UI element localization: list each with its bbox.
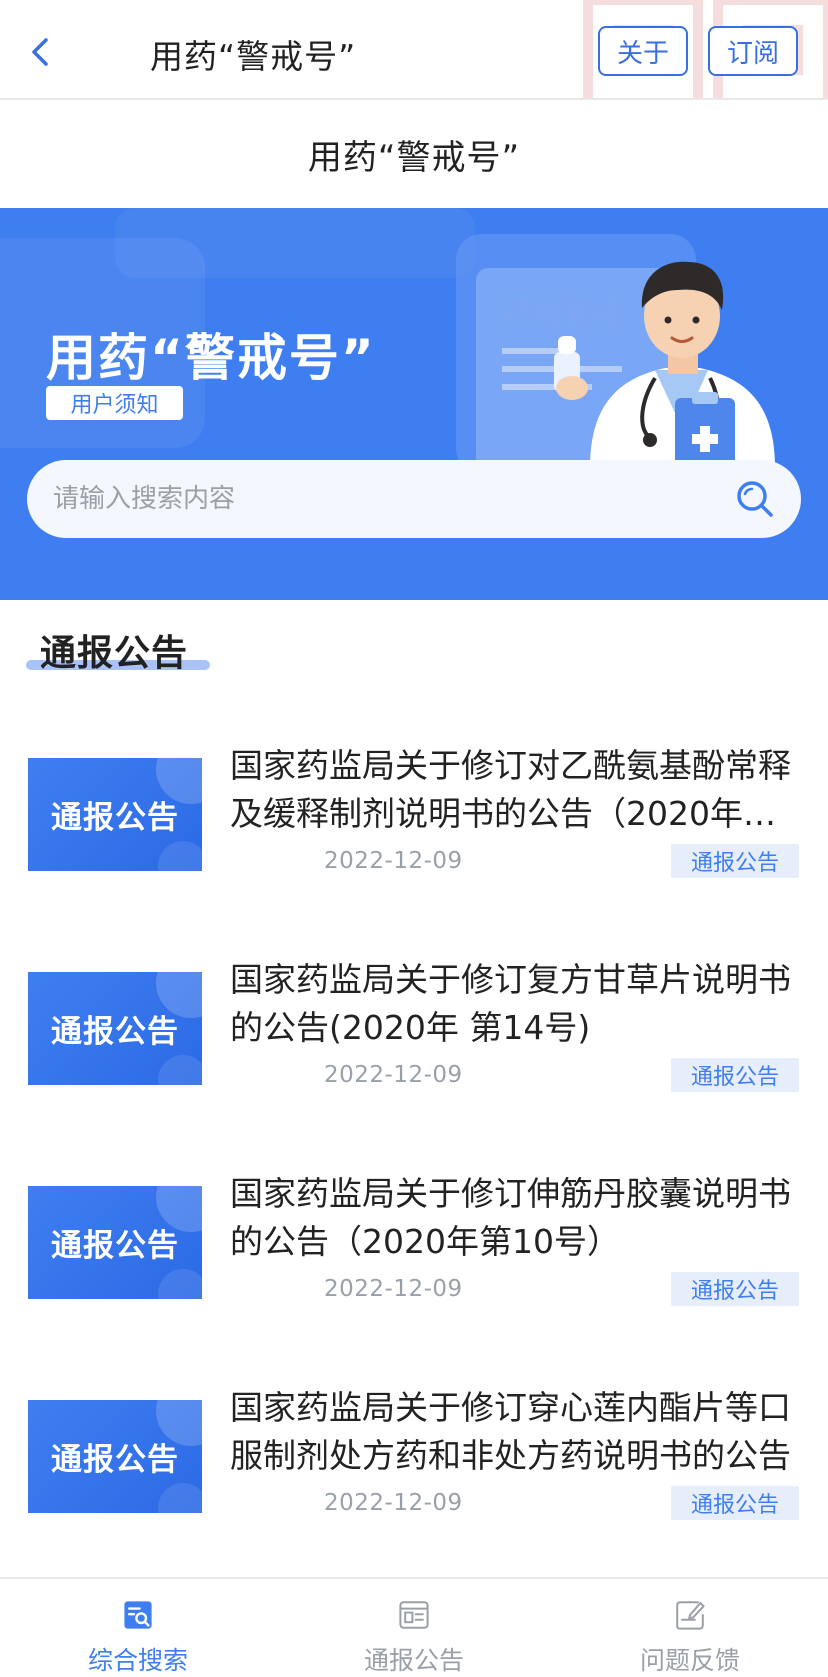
news-date: 2022-12-09 xyxy=(324,1062,463,1088)
top-bar: 用药“警戒号” 关于 订阅 xyxy=(0,0,828,100)
news-category-tag: 通报公告 xyxy=(671,844,799,878)
banner-art-text: 药物警戒 xyxy=(502,298,622,331)
news-category-tag: 通报公告 xyxy=(671,1486,799,1520)
news-thumbnail: 通报公告 xyxy=(28,1186,202,1299)
news-title: 国家药监局关于修订对乙酰氨基酚常释及缓释制剂说明书的公告（2020年第11号） xyxy=(230,746,791,833)
news-category-tag: 通报公告 xyxy=(671,1058,799,1092)
news-date: 2022-12-09 xyxy=(324,1490,463,1516)
banner-title: 用药“警戒号” xyxy=(46,329,376,387)
about-button[interactable]: 关于 xyxy=(598,26,688,76)
thumbnail-label: 通报公告 xyxy=(51,1442,179,1478)
chevron-left-icon xyxy=(32,38,48,66)
doctor-illustration: 药物警戒 xyxy=(456,234,775,468)
news-list-item[interactable]: 通报公告 国家药监局关于修订伸筋丹胶囊说明书的公告（2020年第10号） 202… xyxy=(0,1174,828,1386)
news-title: 国家药监局关于修订伸筋丹胶囊说明书的公告（2020年第10号） xyxy=(230,1174,791,1261)
search-bar xyxy=(27,460,801,538)
thumbnail-decoration xyxy=(158,1483,202,1513)
news-thumbnail: 通报公告 xyxy=(28,758,202,871)
news-list-item[interactable]: 通报公告 国家药监局关于修订复方甘草片说明书的公告(2020年 第14号) 20… xyxy=(0,960,828,1172)
section-header: 通报公告 xyxy=(40,624,188,676)
search-doc-icon xyxy=(124,1601,152,1629)
nav-tab-label: 综合搜索 xyxy=(87,1646,188,1675)
subscribe-button[interactable]: 订阅 xyxy=(708,26,798,76)
nav-tab-bulletins[interactable]: 通报公告 xyxy=(276,1579,552,1677)
bulletin-icon xyxy=(399,1601,429,1629)
news-date: 2022-12-09 xyxy=(324,1276,463,1302)
news-list-item[interactable]: 通报公告 国家药监局关于修订对乙酰氨基酚常释及缓释制剂说明书的公告（2020年第… xyxy=(0,746,828,958)
page-title: 用药“警戒号” xyxy=(0,100,828,208)
back-button[interactable] xyxy=(20,30,64,74)
nav-tab-label: 通报公告 xyxy=(363,1646,464,1675)
nav-tab-label: 问题反馈 xyxy=(639,1646,740,1675)
news-title: 国家药监局关于修订复方甘草片说明书的公告(2020年 第14号) xyxy=(230,960,791,1047)
search-icon[interactable] xyxy=(735,479,775,519)
thumbnail-label: 通报公告 xyxy=(51,800,179,836)
section-title: 通报公告 xyxy=(40,633,189,674)
thumbnail-label: 通报公告 xyxy=(51,1228,179,1264)
news-category-tag: 通报公告 xyxy=(671,1272,799,1306)
thumbnail-decoration xyxy=(158,841,202,871)
thumbnail-decoration xyxy=(158,1055,202,1085)
news-list-item[interactable]: 通报公告 国家药监局关于修订穿心莲内酯片等口服制剂处方药和非处方药说明书的公告 … xyxy=(0,1388,828,1600)
news-thumbnail: 通报公告 xyxy=(28,972,202,1085)
thumbnail-label: 通报公告 xyxy=(51,1014,179,1050)
thumbnail-decoration xyxy=(158,1269,202,1299)
bottom-navigation: 综合搜索 通报公告 问题反馈 xyxy=(0,1577,828,1677)
nav-tab-feedback[interactable]: 问题反馈 xyxy=(552,1579,828,1677)
search-input[interactable] xyxy=(53,460,713,538)
nav-tab-search[interactable]: 综合搜索 xyxy=(0,1579,276,1677)
news-thumbnail: 通报公告 xyxy=(28,1400,202,1513)
news-date: 2022-12-09 xyxy=(324,848,463,874)
news-title: 国家药监局关于修订穿心莲内酯片等口服制剂处方药和非处方药说明书的公告 xyxy=(230,1388,791,1475)
user-notice-button[interactable]: 用户须知 xyxy=(46,386,183,420)
app-title: 用药“警戒号” xyxy=(150,37,357,76)
feedback-icon xyxy=(676,1601,705,1630)
hero-banner: 用药“警戒号” 用户须知 药物警戒 xyxy=(0,208,828,600)
